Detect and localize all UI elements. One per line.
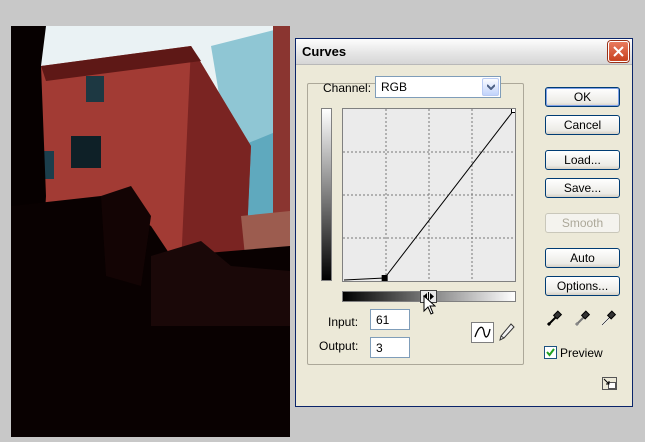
output-gradient-bar xyxy=(321,108,332,281)
channel-value: RGB xyxy=(381,80,408,94)
input-field[interactable]: 61 xyxy=(370,309,410,330)
close-icon xyxy=(613,46,624,57)
auto-button[interactable]: Auto xyxy=(545,248,620,268)
mouse-cursor-icon xyxy=(423,295,436,315)
black-eyedropper-icon[interactable] xyxy=(546,309,564,327)
options-button[interactable]: Options... xyxy=(545,276,620,296)
curves-dialog: Curves Channel: RGB Input: 61 Output: 3 … xyxy=(295,38,633,407)
curve-tool-button[interactable] xyxy=(471,322,494,343)
document-photo xyxy=(11,26,290,437)
gray-eyedropper-icon[interactable] xyxy=(574,309,592,327)
smooth-button[interactable]: Smooth xyxy=(545,213,620,233)
cancel-button[interactable]: Cancel xyxy=(545,115,620,135)
save-label: Save... xyxy=(563,181,602,195)
ok-button[interactable]: OK xyxy=(545,87,620,107)
output-label: Output: xyxy=(319,339,359,353)
pencil-icon[interactable] xyxy=(499,323,515,341)
load-button[interactable]: Load... xyxy=(545,150,620,170)
white-eyedropper-icon[interactable] xyxy=(600,309,618,327)
dialog-title: Curves xyxy=(302,44,347,59)
preview-label: Preview xyxy=(560,346,603,360)
curve-point[interactable] xyxy=(511,107,517,113)
close-button[interactable] xyxy=(608,41,629,62)
curve-point-selected[interactable] xyxy=(381,275,388,281)
load-label: Load... xyxy=(564,153,601,167)
checkmark-icon xyxy=(546,348,555,357)
ok-label: OK xyxy=(573,90,592,104)
cancel-label: Cancel xyxy=(563,118,602,132)
auto-label: Auto xyxy=(570,251,595,265)
output-field[interactable]: 3 xyxy=(370,337,410,358)
options-label: Options... xyxy=(556,279,609,293)
smooth-label: Smooth xyxy=(561,216,604,230)
save-button[interactable]: Save... xyxy=(545,178,620,198)
curve-tool-icon xyxy=(474,326,491,338)
curve-grid xyxy=(343,109,515,281)
expand-icon[interactable] xyxy=(602,377,617,390)
chevron-down-icon[interactable] xyxy=(482,78,499,96)
curve-graph[interactable] xyxy=(342,107,517,282)
channel-label: Channel: xyxy=(323,81,372,95)
dialog-titlebar[interactable]: Curves xyxy=(296,39,632,65)
preview-checkbox[interactable] xyxy=(544,346,557,359)
channel-select[interactable]: RGB xyxy=(375,76,501,98)
input-label: Input: xyxy=(328,315,359,329)
